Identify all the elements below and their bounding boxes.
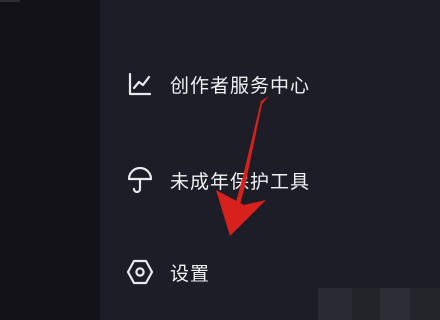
menu-item-label: 设置 (170, 262, 211, 285)
menu-item-minor-protection[interactable]: 未成年保护工具 (120, 156, 420, 204)
blurred-overlay (352, 288, 380, 320)
menu-item-creator-center[interactable]: 创作者服务中心 (120, 60, 420, 108)
chart-line-icon (124, 68, 156, 100)
blurred-overlay (318, 288, 352, 320)
menu-item-label: 未成年保护工具 (170, 170, 311, 193)
blurred-overlay (410, 288, 440, 320)
divider (0, 0, 20, 2)
app-screen: 创作者服务中心 未成年保护工具 设置 (0, 0, 440, 320)
menu-item-label: 创作者服务中心 (170, 74, 311, 97)
blurred-overlay (380, 288, 410, 320)
main-content-edge (0, 0, 100, 320)
settings-hexagon-icon (124, 256, 156, 288)
cropped-menu-item (122, 0, 302, 6)
umbrella-icon (124, 164, 156, 196)
